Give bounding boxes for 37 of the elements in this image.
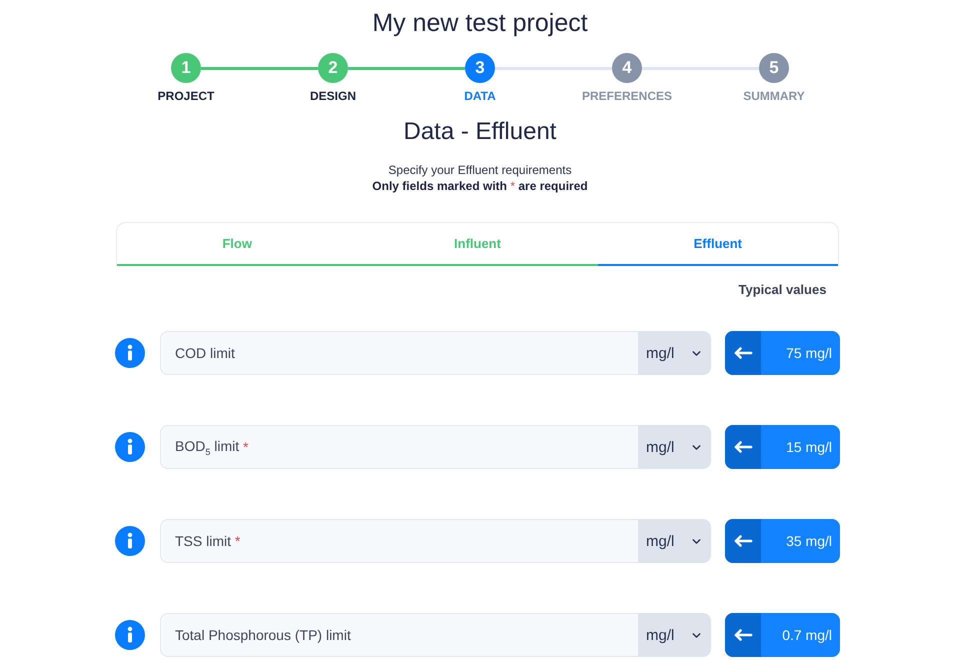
arrow-left-icon — [725, 331, 761, 375]
required-note: Only fields marked with * are required — [372, 178, 588, 194]
info-icon[interactable] — [115, 526, 145, 556]
project-title: My new test project — [372, 8, 588, 38]
arrow-left-icon — [725, 425, 761, 469]
typical-value-button[interactable]: 0.7 mg/l — [725, 613, 840, 657]
step-circle[interactable]: 4 — [612, 53, 642, 83]
tab[interactable]: Flow — [117, 223, 358, 266]
input-field[interactable]: COD limit — [160, 331, 638, 375]
unit-select[interactable]: mg/l — [638, 331, 711, 375]
unit-select[interactable]: mg/l — [638, 613, 711, 657]
section-heading: Data - Effluent — [404, 118, 556, 146]
input-field[interactable]: BOD$_{5}$ limit * — [160, 425, 638, 469]
step-circle[interactable]: 3 — [465, 53, 495, 83]
step-circle[interactable]: 2 — [318, 53, 348, 83]
info-icon[interactable] — [115, 338, 145, 368]
unit-select[interactable]: mg/l — [638, 519, 711, 563]
arrow-left-icon — [725, 519, 761, 563]
step-label: DATA — [464, 89, 496, 103]
step-circle[interactable]: 1 — [171, 53, 201, 83]
step-label: DESIGN — [310, 89, 356, 103]
step-label: PREFERENCES — [582, 89, 672, 103]
step-label: SUMMARY — [743, 89, 805, 103]
tab[interactable]: Effluent — [598, 223, 838, 266]
input-field[interactable]: Total Phosphorous (TP) limit — [160, 613, 638, 657]
typical-value-button[interactable]: 15 mg/l — [725, 425, 840, 469]
intro-text: Specify your Effluent requirements — [388, 162, 572, 178]
arrow-left-icon — [725, 613, 761, 657]
input-field[interactable]: TSS limit * — [160, 519, 638, 563]
info-icon[interactable] — [115, 432, 145, 462]
step-label: PROJECT — [158, 89, 214, 103]
typical-value-button[interactable]: 35 mg/l — [725, 519, 840, 563]
typical-value-button[interactable]: 75 mg/l — [725, 331, 840, 375]
info-icon[interactable] — [115, 620, 145, 650]
step-circle[interactable]: 5 — [759, 53, 789, 83]
unit-select[interactable]: mg/l — [638, 425, 711, 469]
typical-values-header: Typical values — [738, 282, 828, 298]
